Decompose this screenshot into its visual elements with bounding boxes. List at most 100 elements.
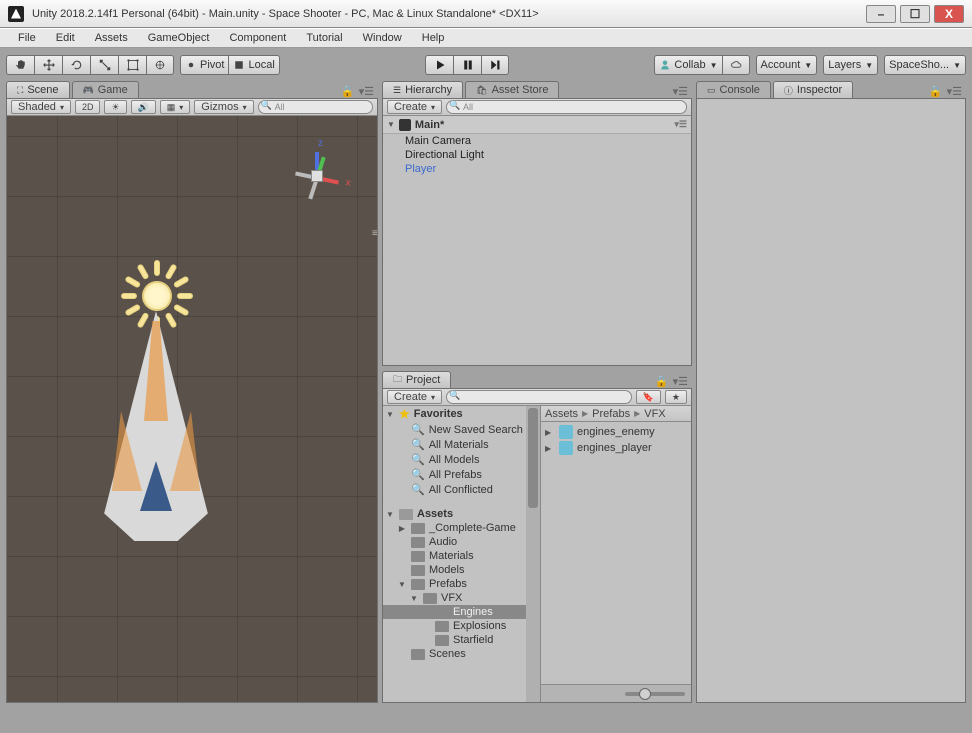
layers-button[interactable]: Layers▼ <box>823 55 878 75</box>
folder-item[interactable]: ▼Prefabs <box>383 577 540 591</box>
breadcrumb-item[interactable]: VFX <box>644 408 665 420</box>
folder-item[interactable]: Scenes <box>383 647 540 661</box>
hierarchy-create[interactable]: Create▾ <box>387 100 442 114</box>
iso-label[interactable]: Iso <box>372 228 377 239</box>
folder-item[interactable]: Materials <box>383 549 540 563</box>
folder-item[interactable]: Starfield <box>383 633 540 647</box>
panel-menu-icon[interactable]: ▾☰ <box>673 85 688 98</box>
gizmos-dropdown[interactable]: Gizmos▾ <box>194 100 253 114</box>
fx-toggle[interactable]: ▦▾ <box>160 100 191 114</box>
menu-window[interactable]: Window <box>353 32 412 44</box>
layout-button[interactable]: SpaceSho...▼ <box>884 55 966 75</box>
rect-tool[interactable] <box>118 55 146 75</box>
scene-header[interactable]: ▼ Main* ▾☰ <box>383 116 691 134</box>
play-controls <box>425 55 509 75</box>
pause-button[interactable] <box>453 55 481 75</box>
project-tree-scrollbar[interactable] <box>526 406 540 702</box>
cloud-button[interactable] <box>722 55 750 75</box>
panel-menu-icon[interactable]: ▾☰ <box>673 375 688 388</box>
hand-tool[interactable] <box>6 55 34 75</box>
panel-menu-icon[interactable]: ▾☰ <box>359 85 374 98</box>
game-icon: 🎮 <box>83 85 94 96</box>
menu-component[interactable]: Component <box>219 32 296 44</box>
project-icon: 🗀 <box>393 372 402 388</box>
player-ship[interactable] <box>102 311 210 541</box>
project-create[interactable]: Create▾ <box>387 390 442 404</box>
maximize-button[interactable]: ☐ <box>900 5 930 23</box>
scene-icon: ⛶ <box>17 85 23 96</box>
hierarchy-item-camera[interactable]: Main Camera <box>383 134 691 148</box>
panel-menu-icon[interactable]: ▾☰ <box>947 85 962 98</box>
breadcrumb: Assets▶ Prefabs▶ VFX <box>541 406 691 422</box>
folder-item[interactable]: Audio <box>383 535 540 549</box>
tab-game[interactable]: 🎮Game <box>72 81 139 98</box>
tab-hierarchy[interactable]: ☰Hierarchy <box>382 81 463 98</box>
move-tool[interactable] <box>34 55 62 75</box>
inspector-body <box>697 99 965 702</box>
thumbnail-size-slider[interactable] <box>625 692 685 696</box>
folder-item[interactable]: ▼VFX <box>383 591 540 605</box>
local-button[interactable]: Local <box>228 55 279 75</box>
assets-header[interactable]: ▼Assets <box>383 507 540 521</box>
breadcrumb-item[interactable]: Assets <box>545 408 578 420</box>
folder-item[interactable]: Explosions <box>383 619 540 633</box>
scene-view[interactable]: Iso <box>7 116 377 702</box>
tab-asset-store[interactable]: 🛍Asset Store <box>465 81 559 98</box>
hierarchy-search[interactable]: All <box>446 100 687 114</box>
tab-project[interactable]: 🗀Project <box>382 371 451 388</box>
step-button[interactable] <box>481 55 509 75</box>
2d-toggle[interactable]: 2D <box>75 100 101 114</box>
unity-logo-icon <box>8 6 24 22</box>
favorite-item[interactable]: 🔍All Prefabs <box>383 467 540 482</box>
menu-tutorial[interactable]: Tutorial <box>296 32 352 44</box>
hierarchy-item-player[interactable]: Player <box>383 162 691 176</box>
scene-toolbar: Shaded▾ 2D ☀ 🔊 ▦▾ Gizmos▾ All <box>7 99 377 116</box>
panel-lock-icon[interactable]: 🔒 <box>929 85 943 98</box>
breadcrumb-item[interactable]: Prefabs <box>592 408 630 420</box>
panel-lock-icon[interactable]: 🔒 <box>341 85 355 98</box>
tab-inspector[interactable]: ⓘInspector <box>773 81 853 98</box>
combined-tool[interactable] <box>146 55 174 75</box>
favorite-item[interactable]: 🔍All Conflicted <box>383 482 540 497</box>
project-search[interactable] <box>446 390 632 404</box>
favorites-header[interactable]: ▼★Favorites <box>383 406 540 422</box>
hierarchy-item-light[interactable]: Directional Light <box>383 148 691 162</box>
scene-search[interactable]: All <box>258 100 373 114</box>
project-filter-icon[interactable]: 🔖 <box>636 390 661 404</box>
account-button[interactable]: Account▼ <box>756 55 818 75</box>
scale-tool[interactable] <box>90 55 118 75</box>
menu-file[interactable]: File <box>8 32 46 44</box>
toolbar: Pivot Local Collab▼ Account▼ Layers▼ Spa… <box>6 54 966 76</box>
menu-help[interactable]: Help <box>412 32 455 44</box>
favorite-item[interactable]: 🔍All Materials <box>383 437 540 452</box>
tab-scene[interactable]: ⛶Scene <box>6 81 70 98</box>
favorite-item[interactable]: 🔍New Saved Search <box>383 422 540 437</box>
menu-assets[interactable]: Assets <box>85 32 138 44</box>
folder-item[interactable]: Models <box>383 563 540 577</box>
inspector-icon: ⓘ <box>784 84 793 97</box>
hierarchy-list: ▼ Main* ▾☰ Main Camera Directional Light… <box>383 116 691 365</box>
pivot-button[interactable]: Pivot <box>180 55 228 75</box>
project-star-icon[interactable]: ★ <box>665 390 687 404</box>
lighting-toggle[interactable]: ☀ <box>104 100 126 114</box>
menubar: File Edit Assets GameObject Component Tu… <box>0 28 972 48</box>
menu-gameobject[interactable]: GameObject <box>138 32 220 44</box>
folder-item-engines[interactable]: Engines <box>383 605 540 619</box>
favorite-item[interactable]: 🔍All Models <box>383 452 540 467</box>
asset-item[interactable]: ▶engines_enemy <box>543 424 689 440</box>
orientation-gizmo[interactable]: Iso <box>287 146 347 206</box>
menu-edit[interactable]: Edit <box>46 32 85 44</box>
tab-console[interactable]: ▭Console <box>696 81 771 98</box>
folder-item[interactable]: ▶_Complete-Game <box>383 521 540 535</box>
collab-button[interactable]: Collab▼ <box>654 55 721 75</box>
close-button[interactable]: X <box>934 5 964 23</box>
panel-lock-icon[interactable]: 🔒 <box>655 375 669 388</box>
shaded-dropdown[interactable]: Shaded▾ <box>11 100 71 114</box>
rotate-tool[interactable] <box>62 55 90 75</box>
audio-toggle[interactable]: 🔊 <box>131 100 156 114</box>
asset-item[interactable]: ▶engines_player <box>543 440 689 456</box>
play-button[interactable] <box>425 55 453 75</box>
minimize-button[interactable]: – <box>866 5 896 23</box>
scene-menu-icon[interactable]: ▾☰ <box>674 119 687 130</box>
transform-tools <box>6 55 174 75</box>
